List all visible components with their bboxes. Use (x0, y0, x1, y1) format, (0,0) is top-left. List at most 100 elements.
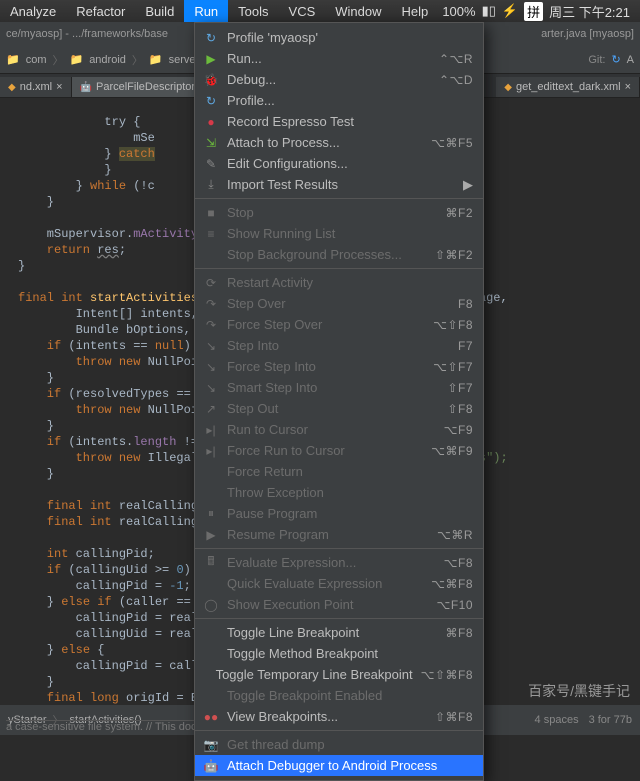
menu-label: Profile 'myaosp' (227, 30, 473, 45)
close-icon[interactable]: × (625, 81, 631, 93)
menu-analyze[interactable]: Analyze (0, 0, 66, 22)
menu-label: Show Execution Point (227, 597, 428, 612)
menu-item-restart-activity: ⟳Restart Activity (195, 272, 483, 293)
input-method-icon[interactable]: 拼 (524, 2, 543, 21)
menu-icon: ↻ (203, 94, 219, 108)
status-spaces: 4 spaces (535, 714, 579, 726)
menu-label: Stop (227, 205, 437, 220)
menu-label: Force Step Into (227, 359, 425, 374)
menu-item-record-espresso-test[interactable]: ● Record Espresso Test (195, 111, 483, 132)
menu-icon: 📷 (203, 738, 219, 752)
menu-item-toggle-breakpoint-enabled: Toggle Breakpoint Enabled (195, 685, 483, 706)
menu-label: Pause Program (227, 506, 473, 521)
tab-xml-left[interactable]: ◆nd.xml× (0, 77, 72, 97)
menu-item-attach-debugger-to-android-process[interactable]: 🤖Attach Debugger to Android Process (195, 755, 483, 776)
menu-item-profile-myaosp[interactable]: ↻ Profile 'myaosp' (195, 27, 483, 48)
shortcut-label: ⌥F9 (444, 423, 473, 437)
more-icon[interactable]: A (627, 54, 634, 66)
menu-label: Stop Background Processes... (227, 247, 427, 262)
menu-build[interactable]: Build (135, 0, 184, 22)
menu-item-pause-program: ⏸ Pause Program (195, 503, 483, 524)
menu-label: Record Espresso Test (227, 114, 473, 129)
clock: 周三 下午2:21 (549, 2, 630, 21)
menu-help[interactable]: Help (392, 0, 439, 22)
menu-item-run[interactable]: ▶Run...⌃⌥R (195, 48, 483, 69)
menu-item-toggle-method-breakpoint[interactable]: Toggle Method Breakpoint (195, 643, 483, 664)
menu-refactor[interactable]: Refactor (66, 0, 135, 22)
menu-tools[interactable]: Tools (228, 0, 278, 22)
menu-label: Evaluate Expression... (227, 555, 436, 570)
menu-icon: ✎ (203, 157, 219, 171)
xml-icon: ◆ (504, 82, 512, 93)
shortcut-label: ⌥⇧⌘F8 (421, 668, 473, 682)
shortcut-label: ⌥⇧F7 (433, 360, 473, 374)
menu-item-resume-program: ▶Resume Program⌥⌘R (195, 524, 483, 545)
menu-item-view-breakpoints[interactable]: ●●View Breakpoints...⇧⌘F8 (195, 706, 483, 727)
shortcut-label: ⌥F8 (444, 556, 473, 570)
menu-icon: ▸| (203, 423, 219, 437)
crumb-com[interactable]: com (26, 54, 47, 66)
menu-window[interactable]: Window (325, 0, 391, 22)
shortcut-label: ⌥⌘F8 (431, 577, 473, 591)
menu-label: Toggle Method Breakpoint (227, 646, 473, 661)
menu-item-show-running-list: ≡Show Running List (195, 223, 483, 244)
menu-item-toggle-line-breakpoint[interactable]: Toggle Line Breakpoint ⌘F8 (195, 622, 483, 643)
menu-icon: ●● (203, 710, 219, 724)
shortcut-label: ⇧⌘F2 (435, 248, 473, 262)
submenu-arrow-icon: ▶ (463, 177, 473, 193)
menu-vcs[interactable]: VCS (279, 0, 326, 22)
menu-label: Debug... (227, 72, 431, 87)
menu-icon: ● (203, 115, 219, 129)
menu-label: Toggle Line Breakpoint (227, 625, 437, 640)
menu-icon: ↗ (203, 402, 219, 416)
menu-item-debug[interactable]: 🐞Debug...⌃⌥D (195, 69, 483, 90)
close-icon[interactable]: × (56, 81, 62, 93)
menu-item-toggle-temporary-line-breakpoint[interactable]: Toggle Temporary Line Breakpoint ⌥⇧⌘F8 (195, 664, 483, 685)
xml-icon: ◆ (8, 82, 16, 93)
menu-item-edit-configurations[interactable]: ✎ Edit Configurations... (195, 153, 483, 174)
menu-label: Attach to Process... (227, 135, 423, 150)
sync-icon[interactable]: ↻ (611, 53, 620, 66)
menu-item-smart-step-into: ↘ Smart Step Into ⇧F7 (195, 377, 483, 398)
menu-item-import-test-results[interactable]: ⤓Import Test Results▶ (195, 174, 483, 195)
menu-label: Smart Step Into (227, 380, 439, 395)
menu-label: Get thread dump (227, 737, 473, 752)
menu-item-force-run-to-cursor: ▸|Force Run to Cursor⌥⌘F9 (195, 440, 483, 461)
menu-label: Toggle Temporary Line Breakpoint (216, 667, 413, 682)
shortcut-label: ⌘F2 (445, 206, 473, 220)
menu-item-stop-background-processes: Stop Background Processes... ⇧⌘F2 (195, 244, 483, 265)
crumb-android[interactable]: android (89, 54, 126, 66)
menu-item-run-to-cursor: ▸|Run to Cursor⌥F9 (195, 419, 483, 440)
menu-item-attach-to-process[interactable]: ⇲Attach to Process...⌥⌘F5 (195, 132, 483, 153)
menu-label: Throw Exception (227, 485, 473, 500)
menu-icon: ↷ (203, 318, 219, 332)
menu-item-evaluate-expression: 🖩Evaluate Expression...⌥F8 (195, 552, 483, 573)
menu-item-get-thread-dump: 📷 Get thread dump (195, 734, 483, 755)
menu-label: Edit Configurations... (227, 156, 473, 171)
watermark: 百家号/黑键手记 (528, 681, 630, 701)
menu-label: Restart Activity (227, 275, 473, 290)
shortcut-label: ⇧F8 (447, 402, 473, 416)
shortcut-label: ⇧F7 (447, 381, 473, 395)
run-menu-dropdown: ↻Profile 'myaosp'▶Run...⌃⌥R🐞Debug...⌃⌥D↻… (194, 22, 484, 781)
tab-xml-right[interactable]: ◆get_edittext_dark.xml× (496, 77, 640, 97)
git-label: Git: (588, 54, 605, 66)
menu-label: Toggle Breakpoint Enabled (227, 688, 473, 703)
shortcut-label: F8 (458, 297, 473, 311)
shortcut-label: ⇧⌘F8 (435, 710, 473, 724)
menu-run[interactable]: Run (184, 0, 228, 22)
menu-icon: ↘ (203, 381, 219, 395)
macos-menubar: Analyze Refactor Build Run Tools VCS Win… (0, 0, 640, 22)
menu-icon: ■ (203, 206, 219, 220)
menu-icon: ↷ (203, 297, 219, 311)
menu-item-profile[interactable]: ↻ Profile... (195, 90, 483, 111)
menu-icon: ⏸ (203, 506, 219, 521)
shortcut-label: ⌥⇧F8 (433, 318, 473, 332)
menu-label: Force Return (227, 464, 473, 479)
shortcut-label: ⌥F10 (436, 598, 473, 612)
menu-item-force-step-into: ↘Force Step Into⌥⇧F7 (195, 356, 483, 377)
menu-label: Profile... (227, 93, 473, 108)
folder-icon: 📁 (69, 53, 83, 66)
menu-icon: ↻ (203, 31, 219, 45)
shortcut-label: ⌘F8 (445, 626, 473, 640)
